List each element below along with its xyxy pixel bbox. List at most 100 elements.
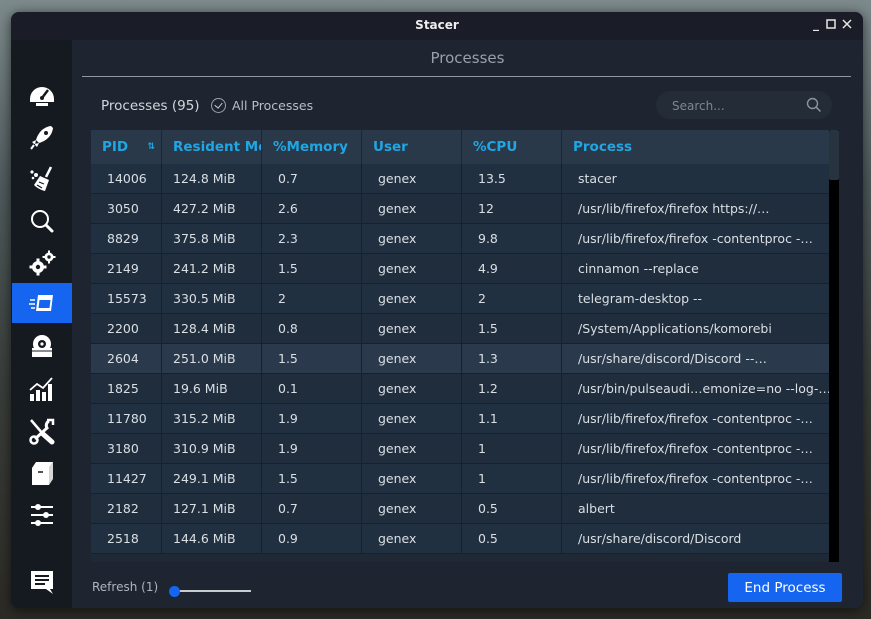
table-row[interactable]: 8829 375.8 MiB 2.3 genex 9.8/usr/lib/firefox… (91, 224, 829, 254)
cell-resident-memory: 330.5 MiB (162, 284, 262, 313)
cell-pid: 2604 (91, 344, 162, 373)
table-row[interactable]: 2182 127.1 MiB 0.7 genex 0.5 albert (91, 494, 829, 524)
sidebar-item-dashboard[interactable] (12, 75, 72, 115)
table-row[interactable]: 3050 427.2 MiB 2.6 genex 12/usr/lib/firefox/… (91, 194, 829, 224)
search-icon[interactable] (806, 97, 822, 113)
cell-pid: 14006 (91, 164, 162, 193)
table-row[interactable]: 2604 251.0 MiB 1.5 genex 1.3/usr/share/disco… (91, 344, 829, 374)
table-row[interactable]: 3180 310.9 MiB 1.9 genex 1/usr/lib/firefox/f… (91, 434, 829, 464)
sidebar-item-processes[interactable] (12, 283, 72, 323)
column-header-process[interactable]: Process (562, 130, 829, 164)
table-row[interactable]: 2149 241.2 MiB 1.5 genex 4.9 cinnamon --repla… (91, 254, 829, 284)
all-processes-label: All Processes (232, 98, 314, 113)
table-row[interactable]: 1825 19.6 MiB 0.1 genex 1.2/usr/bin/pulseaud… (91, 374, 829, 404)
title-divider (82, 76, 851, 77)
window-title: Stacer (415, 18, 459, 32)
end-process-button[interactable]: End Process (728, 573, 842, 602)
sidebar-item-resources[interactable] (12, 369, 72, 409)
column-header-memory-percent[interactable]: %Memory (262, 130, 362, 164)
cell-user: genex (362, 254, 462, 283)
cell-pid: 3180 (91, 434, 162, 463)
sidebar-item-startup-apps[interactable] (12, 117, 72, 157)
column-header-cpu-percent[interactable]: %CPU (462, 130, 562, 164)
all-processes-checkbox[interactable]: All Processes (211, 98, 313, 113)
cell-user: genex (362, 434, 462, 463)
table-row[interactable]: 2200 128.4 MiB 0.8 genex 1.5/System/Applicat… (91, 314, 829, 344)
cell-memory-percent: 0.7 (262, 164, 362, 193)
table-scrollbar[interactable] (829, 130, 839, 562)
sliders-icon (31, 504, 53, 526)
processes-window-icon (29, 295, 53, 311)
cell-user: genex (362, 224, 462, 253)
table-row[interactable]: 15573 330.5 MiB 2 genex 2 telegram-desktop -- (91, 284, 829, 314)
sidebar-item-helpers[interactable] (12, 411, 72, 451)
slider-handle[interactable] (169, 586, 180, 597)
cell-cpu-percent: 0.5 (462, 494, 562, 523)
column-header-user[interactable]: User (362, 130, 462, 164)
cell-resident-memory: 127.1 MiB (162, 494, 262, 523)
cell-user: genex (362, 164, 462, 193)
cell-cpu-percent: 1.3 (462, 344, 562, 373)
column-header-label: Process (573, 139, 633, 155)
cell-user: genex (362, 524, 462, 553)
cell-memory-percent: 1.9 (262, 434, 362, 463)
sidebar-item-search[interactable] (12, 201, 72, 241)
cell-memory-percent: 0.9 (262, 524, 362, 553)
maximize-button[interactable] (825, 18, 837, 30)
sidebar-item-services[interactable] (12, 243, 72, 283)
cell-pid: 8829 (91, 224, 162, 253)
close-button[interactable] (841, 18, 853, 30)
cell-memory-percent: 0.8 (262, 314, 362, 343)
cell-resident-memory: 241.2 MiB (162, 254, 262, 283)
cell-cpu-percent: 4.9 (462, 254, 562, 283)
sidebar-item-feedback[interactable] (12, 562, 72, 602)
cell-resident-memory: 19.6 MiB (162, 374, 262, 403)
cell-pid: 11780 (91, 404, 162, 433)
column-header-label: Resident Me (173, 139, 262, 155)
cell-memory-percent: 1.5 (262, 344, 362, 373)
column-header-pid[interactable]: PID ⇅ (91, 130, 162, 164)
cell-user: genex (362, 194, 462, 223)
cell-memory-percent: 1.9 (262, 404, 362, 433)
sidebar-item-apt-repository[interactable] (12, 453, 72, 493)
cell-process: /usr/lib/firefox/firefox -contentproc -… (578, 441, 813, 456)
cell-process: telegram-desktop -- (578, 291, 703, 306)
cell-cpu-percent: 12 (462, 194, 562, 223)
scrollbar-thumb[interactable] (829, 130, 839, 180)
minimize-button[interactable]: _ (810, 18, 822, 30)
table-row[interactable]: 11780 315.2 MiB 1.9 genex 1.1/usr/lib/firefo… (91, 404, 829, 434)
sidebar-item-settings[interactable] (12, 495, 72, 535)
sidebar-item-uninstaller[interactable] (12, 327, 72, 367)
cell-cpu-percent: 1 (462, 464, 562, 493)
cell-cpu-percent: 0.5 (462, 524, 562, 553)
table-row[interactable]: 11427 249.1 MiB 1.5 genex 1/usr/lib/firefox/… (91, 464, 829, 494)
cell-resident-memory: 128.4 MiB (162, 314, 262, 343)
column-header-label: PID (102, 139, 129, 155)
cell-pid: 3050 (91, 194, 162, 223)
cell-pid: 11427 (91, 464, 162, 493)
table-row[interactable]: 14006 124.8 MiB 0.7 genex 13.5 stacer (91, 164, 829, 194)
sort-descending-icon: ⇅ (147, 142, 155, 152)
cell-resident-memory: 249.1 MiB (162, 464, 262, 493)
magnifier-icon (31, 210, 54, 233)
tools-icon (29, 418, 55, 445)
cell-cpu-percent: 1.2 (462, 374, 562, 403)
cell-process: /usr/lib/firefox/firefox -contentproc -… (578, 231, 813, 246)
cell-memory-percent: 2.6 (262, 194, 362, 223)
cell-cpu-percent: 9.8 (462, 224, 562, 253)
cell-resident-memory: 315.2 MiB (162, 404, 262, 433)
column-header-resident-memory[interactable]: Resident Me (162, 130, 262, 164)
column-header-label: User (373, 139, 408, 155)
table-row[interactable]: 2518 144.6 MiB 0.9 genex 0.5/usr/share/disco… (91, 524, 829, 554)
package-icon (32, 462, 53, 485)
cell-memory-percent: 2 (262, 284, 362, 313)
cell-user: genex (362, 374, 462, 403)
sidebar-item-system-cleaner[interactable] (12, 159, 72, 199)
cell-user: genex (362, 494, 462, 523)
refresh-slider[interactable] (169, 586, 251, 597)
table-body: 14006 124.8 MiB 0.7 genex 13.5 stacer 3050 427.… (91, 164, 829, 554)
cell-user: genex (362, 404, 462, 433)
broom-icon (30, 166, 53, 191)
search-box[interactable] (656, 91, 832, 119)
search-input[interactable] (670, 97, 804, 115)
